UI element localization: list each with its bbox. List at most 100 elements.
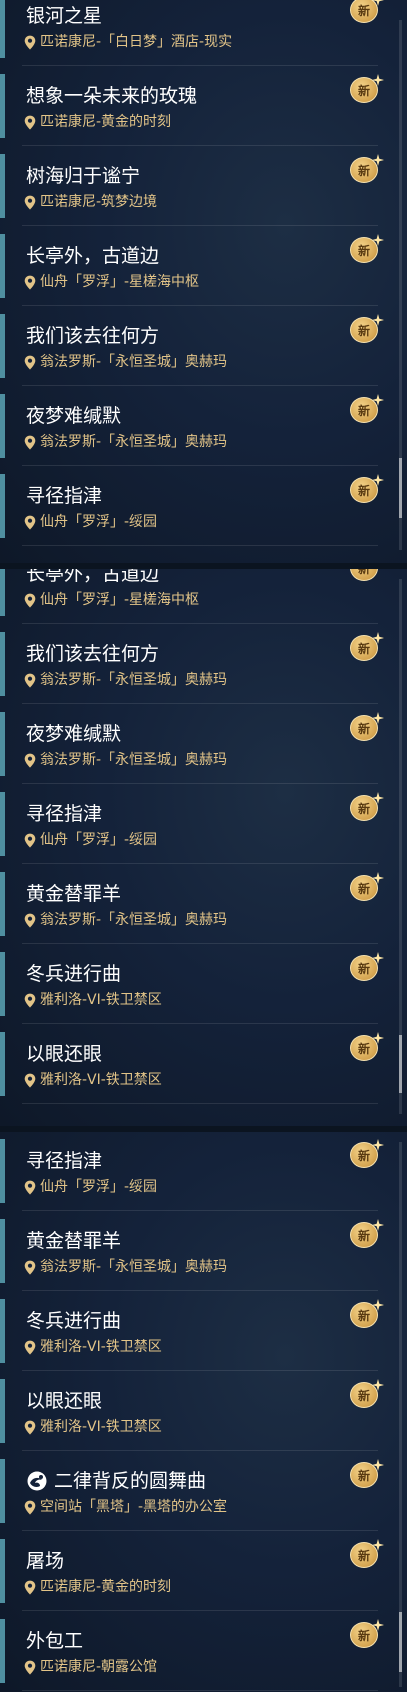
row-accent-bar xyxy=(0,1299,5,1363)
sparkle-icon xyxy=(372,1619,384,1631)
new-badge-label: 新 xyxy=(357,1148,370,1163)
mission-list-item[interactable]: 想象一朵未来的玫瑰匹诺康尼-黄金的时刻 新 xyxy=(0,66,392,146)
sparkle-icon xyxy=(372,872,384,884)
new-badge: 新 xyxy=(350,1539,384,1569)
mission-title-row: 二律背反的圆舞曲 xyxy=(26,1468,322,1494)
row-divider xyxy=(22,1103,378,1104)
new-badge: 新 xyxy=(350,872,384,902)
new-badge: 新 xyxy=(350,1459,384,1489)
location-pin-icon xyxy=(24,1260,36,1275)
mission-list-item[interactable]: 屠场匹诺康尼-黄金的时刻 新 xyxy=(0,1531,392,1611)
mission-list-item[interactable]: 黄金替罪羊 翁法罗斯-「永恒圣城」奥赫玛 新 xyxy=(0,864,392,944)
mission-title: 二律背反的圆舞曲 xyxy=(54,1470,207,1492)
mission-title-row: 树海归于谧宁 xyxy=(26,163,322,189)
row-accent-bar xyxy=(0,394,5,458)
mission-location: 仙舟「罗浮」-绥园 xyxy=(24,1177,372,1197)
mission-list-item[interactable]: 外包工 匹诺康尼-朝露公馆 新 xyxy=(0,1611,392,1691)
scrollbar-thumb[interactable] xyxy=(399,458,402,518)
mission-title: 冬兵进行曲 xyxy=(26,1310,122,1332)
mission-title-row: 想象一朵未来的玫瑰 xyxy=(26,83,322,109)
sparkle-icon xyxy=(372,632,384,644)
mission-location: 雅利洛-VI-铁卫禁区 xyxy=(24,1070,372,1090)
mission-title-row: 黄金替罪羊 xyxy=(26,1228,322,1254)
mission-list-item[interactable]: 黄金替罪羊翁法罗斯-「永恒圣城」奥赫玛 新 xyxy=(0,1211,392,1291)
mission-list-item[interactable]: 冬兵进行曲 雅利洛-VI-铁卫禁区 新 xyxy=(0,944,392,1024)
mission-location: 仙舟「罗浮」-星槎海中枢 xyxy=(24,272,372,292)
mission-list-item[interactable]: 二律背反的圆舞曲空间站「黑塔」-黑塔的办公室 新 xyxy=(0,1451,392,1531)
location-pin-icon xyxy=(24,1500,36,1515)
new-badge: 新 xyxy=(350,569,384,582)
new-badge-label: 新 xyxy=(357,243,370,258)
new-badge-label: 新 xyxy=(357,1388,370,1403)
mission-list-panel: 长亭外，古道边仙舟「罗浮」-星槎海中枢新我们该去往何方翁法罗斯-「永恒圣城」奥赫… xyxy=(0,569,407,1126)
scrollbar[interactable] xyxy=(399,579,402,1114)
sparkle-icon xyxy=(372,234,384,246)
location-pin-icon xyxy=(24,355,36,370)
row-accent-bar xyxy=(0,234,5,298)
new-badge-label: 新 xyxy=(357,483,370,498)
row-accent-bar xyxy=(0,1032,5,1096)
row-accent-bar xyxy=(0,632,5,696)
location-pin-icon xyxy=(24,275,36,290)
mission-list-item[interactable]: 夜梦难缄默 翁法罗斯-「永恒圣城」奥赫玛 新 xyxy=(0,386,392,466)
scrollbar[interactable] xyxy=(399,1142,402,1687)
mission-location-text: 空间站「黑塔」-黑塔的办公室 xyxy=(40,1499,228,1515)
mission-location-text: 雅利洛-VI-铁卫禁区 xyxy=(40,1072,162,1088)
location-pin-icon xyxy=(24,1180,36,1195)
sparkle-icon xyxy=(372,712,384,724)
location-pin-icon xyxy=(24,195,36,210)
mission-list-item[interactable]: 银河之星 匹诺康尼-「白日梦」酒店-现实 新 xyxy=(0,0,392,66)
mission-list-item[interactable]: 以眼还眼 雅利洛-VI-铁卫禁区 新 xyxy=(0,1024,392,1104)
new-badge-label: 新 xyxy=(357,3,370,18)
sparkle-icon xyxy=(372,1299,384,1311)
mission-title: 黄金替罪羊 xyxy=(26,1230,122,1252)
new-badge: 新 xyxy=(350,74,384,104)
mission-list-item[interactable]: 以眼还眼 雅利洛-VI-铁卫禁区 新 xyxy=(0,1371,392,1451)
location-pin-icon xyxy=(24,435,36,450)
mission-location-text: 匹诺康尼-黄金的时刻 xyxy=(40,114,172,130)
scrollbar-thumb[interactable] xyxy=(399,1612,402,1672)
mission-location-text: 仙舟「罗浮」-绥园 xyxy=(40,832,158,848)
new-badge: 新 xyxy=(350,1299,384,1329)
mission-location: 翁法罗斯-「永恒圣城」奥赫玛 xyxy=(24,432,372,452)
new-badge: 新 xyxy=(350,234,384,264)
sparkle-icon xyxy=(372,1379,384,1391)
row-accent-bar xyxy=(0,314,5,378)
mission-title-row: 我们该去往何方 xyxy=(26,641,322,667)
mission-list-item[interactable]: 夜梦难缄默 翁法罗斯-「永恒圣城」奥赫玛 新 xyxy=(0,704,392,784)
mission-title: 屠场 xyxy=(26,1550,65,1572)
mission-title: 黄金替罪羊 xyxy=(26,883,122,905)
mission-list-item[interactable]: 我们该去往何方 翁法罗斯-「永恒圣城」奥赫玛 新 xyxy=(0,624,392,704)
mission-list-item[interactable]: 寻径指津 仙舟「罗浮」-绥园 新 xyxy=(0,784,392,864)
sparkle-icon xyxy=(372,74,384,86)
scrollbar[interactable] xyxy=(399,20,402,550)
mission-location: 匹诺康尼-黄金的时刻 xyxy=(24,112,372,132)
new-badge-label: 新 xyxy=(357,881,370,896)
mission-title-row: 夜梦难缄默 xyxy=(26,403,322,429)
new-badge-label: 新 xyxy=(357,1228,370,1243)
new-badge: 新 xyxy=(350,1219,384,1249)
scrollbar-thumb[interactable] xyxy=(399,1035,402,1093)
new-badge-label: 新 xyxy=(357,721,370,736)
mission-location-text: 翁法罗斯-「永恒圣城」奥赫玛 xyxy=(40,1259,228,1275)
mission-list-item[interactable]: 寻径指津 仙舟「罗浮」-绥园 新 xyxy=(0,466,392,546)
mission-list-item[interactable]: 树海归于谧宁 匹诺康尼-筑梦边境 新 xyxy=(0,146,392,226)
sparkle-icon xyxy=(372,1539,384,1551)
location-pin-icon xyxy=(24,1660,36,1675)
mission-list-item[interactable]: 长亭外，古道边仙舟「罗浮」-星槎海中枢 新 xyxy=(0,226,392,306)
mission-list-item[interactable]: 我们该去往何方 翁法罗斯-「永恒圣城」奥赫玛 新 xyxy=(0,306,392,386)
mission-title: 树海归于谧宁 xyxy=(26,165,141,187)
new-badge-label: 新 xyxy=(357,1308,370,1323)
mission-title: 外包工 xyxy=(26,1630,84,1652)
row-accent-bar xyxy=(0,154,5,218)
mission-list-item[interactable]: 冬兵进行曲 雅利洛-VI-铁卫禁区 新 xyxy=(0,1291,392,1371)
mission-list-item[interactable]: 寻径指津 仙舟「罗浮」-绥园 新 xyxy=(0,1132,392,1211)
mission-title: 我们该去往何方 xyxy=(26,325,160,347)
mission-list-item[interactable]: 长亭外，古道边仙舟「罗浮」-星槎海中枢 新 xyxy=(0,569,392,624)
row-accent-bar xyxy=(0,952,5,1016)
mission-title-row: 夜梦难缄默 xyxy=(26,721,322,747)
mission-location: 仙舟「罗浮」-绥园 xyxy=(24,512,372,532)
sparkle-icon xyxy=(372,1459,384,1471)
mission-location-text: 匹诺康尼-黄金的时刻 xyxy=(40,1579,172,1595)
new-badge: 新 xyxy=(350,1139,384,1169)
